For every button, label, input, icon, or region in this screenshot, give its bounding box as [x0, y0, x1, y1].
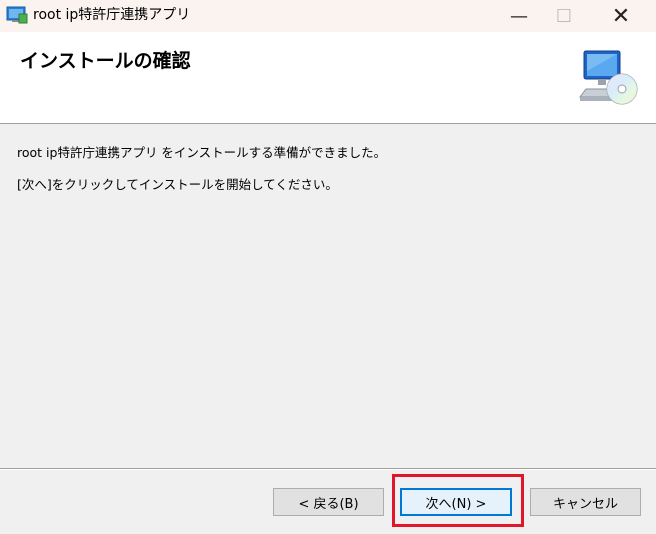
wizard-content: root ip特許庁連携アプリ をインストールする準備ができました。 [次へ]を… [0, 124, 656, 468]
installer-app-icon [6, 6, 28, 24]
back-button-label: < 戻る(B) [298, 496, 359, 512]
footer-divider-highlight [0, 469, 656, 470]
minimize-icon: — [510, 5, 528, 27]
back-button[interactable]: < 戻る(B) [273, 488, 384, 516]
minimize-button[interactable]: — [496, 0, 542, 32]
title-bar: root ip特許庁連携アプリ — ☐ ✕ [0, 0, 656, 32]
close-icon: ✕ [611, 3, 631, 29]
maximize-icon: ☐ [555, 5, 573, 27]
close-button[interactable]: ✕ [598, 0, 644, 32]
maximize-button[interactable]: ☐ [541, 0, 587, 32]
window-title: root ip特許庁連携アプリ [33, 7, 191, 23]
ready-message: root ip特許庁連携アプリ をインストールする準備ができました。 [17, 145, 387, 160]
next-button-label: 次へ(N) > [425, 496, 487, 512]
next-button[interactable]: 次へ(N) > [400, 488, 512, 516]
page-title: インストールの確認 [20, 50, 191, 72]
computer-cd-icon [579, 50, 638, 105]
cancel-button[interactable]: キャンセル [530, 488, 641, 516]
wizard-header: インストールの確認 [0, 32, 656, 124]
cancel-button-label: キャンセル [552, 496, 618, 512]
instruction-message: [次へ]をクリックしてインストールを開始してください。 [17, 177, 338, 192]
